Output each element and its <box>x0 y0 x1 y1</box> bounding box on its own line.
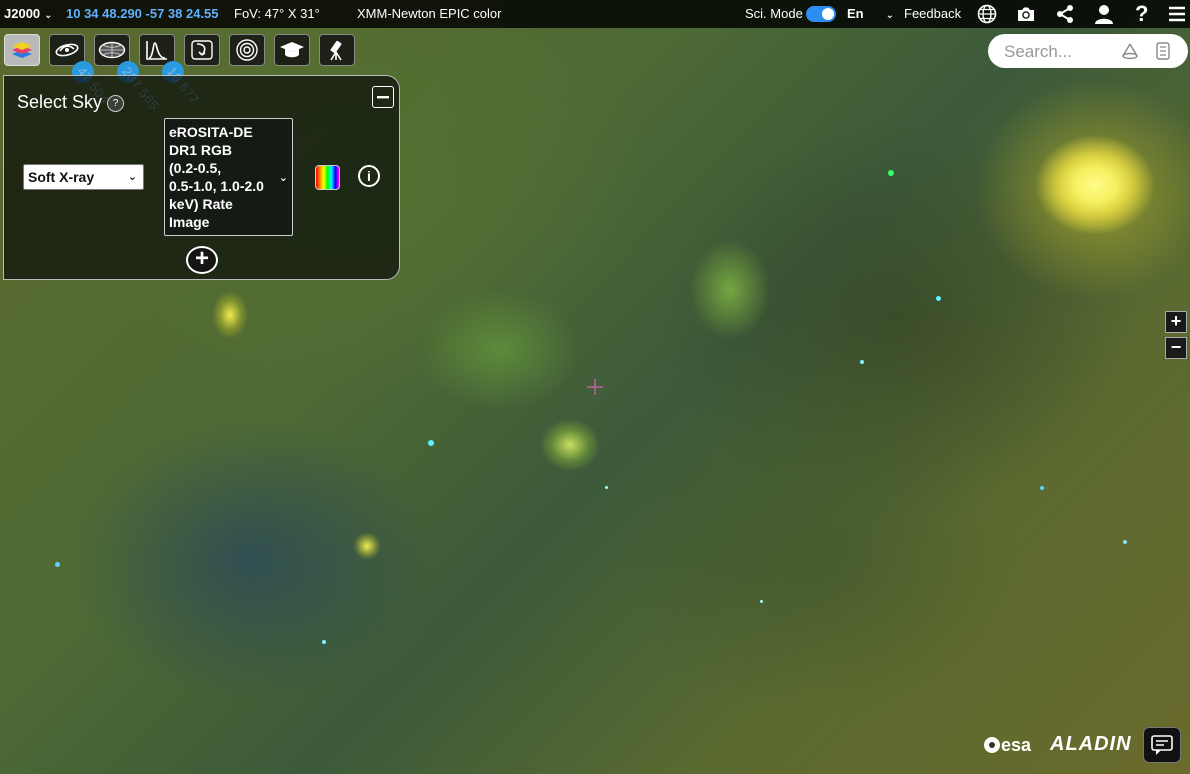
coordinates-readout[interactable]: 10 34 48.290 -57 38 24.55 <box>66 0 219 28</box>
sci-mode-label: Sci. Mode <box>745 6 803 21</box>
minimize-button[interactable] <box>372 86 394 108</box>
chevron-down-icon: ⌄ <box>127 171 137 183</box>
star <box>760 600 763 603</box>
share-icon[interactable] <box>1054 3 1076 25</box>
galaxy-icon <box>55 43 79 57</box>
top-bar: J2000 ⌄ 10 34 48.290 -57 38 24.55 FoV: 47… <box>0 0 1190 28</box>
star <box>936 296 941 301</box>
star <box>860 360 864 364</box>
survey-name: XMM-Newton EPIC color <box>357 6 502 21</box>
add-layer-button[interactable]: + <box>186 246 218 274</box>
chevron-down-icon: ⌄ <box>885 10 895 21</box>
colormap-button[interactable] <box>315 165 340 190</box>
help-icon[interactable]: ? <box>1135 0 1148 28</box>
esa-label: esa <box>1001 735 1032 755</box>
telescope-button[interactable] <box>319 34 355 66</box>
esa-mark-icon <box>984 737 1000 753</box>
globe-icon[interactable] <box>976 3 998 25</box>
hips-line: DR1 RGB <box>169 142 233 158</box>
cone-search-icon[interactable] <box>1120 42 1140 60</box>
help-button[interactable]: ? <box>107 95 124 112</box>
chevron-down-icon: ⌄ <box>44 10 53 21</box>
target-icon <box>236 39 258 61</box>
trajectory-button[interactable] <box>184 34 220 66</box>
hips-line: (0.2-0.5, <box>169 160 222 176</box>
telescope-icon <box>330 40 342 61</box>
language-selector[interactable]: En ⌄ <box>847 0 894 30</box>
category-value: Soft X-ray <box>28 169 95 185</box>
language-label: En <box>847 6 864 21</box>
star <box>1123 540 1127 544</box>
spectrum-icon <box>146 41 167 60</box>
fov-readout: FoV: 47° X 31° <box>234 6 320 21</box>
allsky-icon <box>98 41 126 59</box>
minus-icon <box>377 96 389 99</box>
search-input[interactable]: Search... <box>1004 42 1072 62</box>
education-button[interactable] <box>274 34 310 66</box>
graduation-cap-icon <box>280 42 304 58</box>
sci-mode-toggle[interactable] <box>806 6 836 22</box>
menu-icon[interactable] <box>1166 3 1188 25</box>
feedback-link[interactable]: Feedback <box>904 0 961 28</box>
info-button[interactable]: i <box>358 165 380 187</box>
layers-button[interactable] <box>4 34 40 66</box>
select-sky-panel: Select Sky ? Soft X-ray ⌄ eROSITA-DE DR1… <box>3 75 400 280</box>
hips-line: Image <box>169 214 210 230</box>
frame-selector[interactable]: J2000 ⌄ <box>4 0 53 30</box>
camera-icon[interactable] <box>1015 3 1037 25</box>
hips-line: 0.5-1.0, 1.0-2.0 <box>169 178 264 194</box>
star <box>888 170 894 176</box>
target-button[interactable] <box>229 34 265 66</box>
star <box>322 640 326 644</box>
star <box>55 562 60 567</box>
hips-line: keV) Rate <box>169 196 233 212</box>
star <box>428 440 434 446</box>
search-bar[interactable]: Search... <box>988 34 1188 68</box>
esa-logo[interactable]: esa <box>983 735 1031 756</box>
star <box>605 486 608 489</box>
chevron-down-icon: ⌄ <box>278 172 288 184</box>
frame-label: J2000 <box>4 6 41 21</box>
chat-icon <box>1151 735 1173 755</box>
aladin-logo[interactable]: ALADIN <box>1050 733 1132 756</box>
chat-button[interactable] <box>1143 727 1181 763</box>
trajectory-icon <box>191 40 213 60</box>
hips-select[interactable]: eROSITA-DE DR1 RGB (0.2-0.5, 0.5-1.0, 1.… <box>164 118 293 236</box>
layers-icon <box>12 42 32 58</box>
target-list-icon[interactable] <box>1154 41 1172 61</box>
hips-line: eROSITA-DE <box>169 124 253 140</box>
star <box>1040 486 1044 490</box>
zoom-in-button[interactable]: + <box>1165 311 1187 333</box>
panel-title: Select Sky <box>17 92 103 112</box>
category-select[interactable]: Soft X-ray ⌄ <box>23 164 144 190</box>
user-icon[interactable] <box>1093 3 1115 25</box>
zoom-out-button[interactable]: − <box>1165 337 1187 359</box>
crosshair-icon <box>587 379 603 395</box>
